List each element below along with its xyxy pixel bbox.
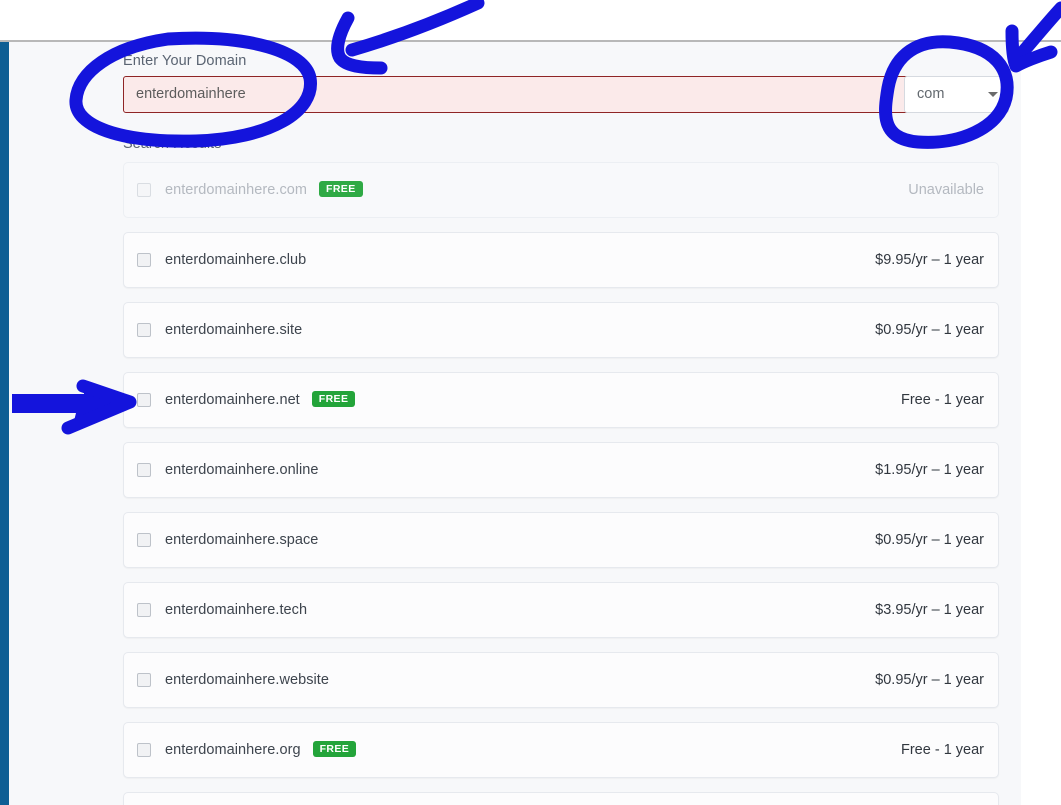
table-row[interactable]: enterdomainhere.tech $3.95/yr – 1 year — [123, 582, 999, 638]
table-row[interactable]: enterdomainhere.online $1.95/yr – 1 year — [123, 442, 999, 498]
left-accent-rail — [0, 42, 9, 805]
search-results-label: Search Results — [123, 136, 222, 152]
row-price: Free - 1 year — [901, 392, 984, 408]
domain-name: enterdomainhere.site — [165, 322, 303, 338]
table-row[interactable]: enterdomainhere.space $0.95/yr – 1 year — [123, 512, 999, 568]
row-checkbox[interactable] — [137, 673, 151, 687]
row-checkbox[interactable] — [137, 253, 151, 267]
row-checkbox[interactable] — [137, 323, 151, 337]
search-results-list: enterdomainhere.com FREE Unavailable ent… — [123, 162, 999, 805]
chevron-down-icon — [988, 91, 998, 97]
domain-search-row: com — [123, 75, 1009, 113]
domain-name: enterdomainhere.org — [165, 742, 301, 758]
domain-name: enterdomainhere.space — [165, 532, 319, 548]
row-price: $1.95/yr – 1 year — [875, 462, 984, 478]
row-checkbox[interactable] — [137, 183, 151, 197]
row-price: Unavailable — [908, 182, 984, 198]
table-row[interactable]: enterdomainhere.org FREE Free - 1 year — [123, 722, 999, 778]
table-row[interactable]: enterdomainhere.net FREE Free - 1 year — [123, 372, 999, 428]
domain-field-label: Enter Your Domain — [123, 53, 247, 69]
free-badge: FREE — [311, 390, 356, 408]
free-badge: FREE — [312, 740, 357, 758]
domain-name: enterdomainhere.online — [165, 462, 319, 478]
tld-select-value: com — [917, 86, 945, 102]
row-price: $0.95/yr – 1 year — [875, 322, 984, 338]
page-right-gutter — [1021, 42, 1061, 805]
table-row[interactable]: enterdomainhere.com FREE Unavailable — [123, 162, 999, 218]
table-row[interactable]: enterdomainhere.club $9.95/yr – 1 year — [123, 232, 999, 288]
row-price: $0.95/yr – 1 year — [875, 532, 984, 548]
domain-name: enterdomainhere.net — [165, 392, 300, 408]
table-row[interactable] — [123, 792, 999, 805]
domain-name: enterdomainhere.website — [165, 672, 329, 688]
domain-name: enterdomainhere.tech — [165, 602, 308, 618]
row-price: $9.95/yr – 1 year — [875, 252, 984, 268]
row-price: $0.95/yr – 1 year — [875, 672, 984, 688]
row-checkbox[interactable] — [137, 743, 151, 757]
row-checkbox[interactable] — [137, 603, 151, 617]
domain-name: enterdomainhere.club — [165, 252, 307, 268]
free-badge: FREE — [319, 180, 363, 198]
domain-search-input[interactable] — [123, 75, 999, 113]
domain-search-block: Enter Your Domain com — [123, 53, 1009, 113]
row-price: Free - 1 year — [901, 742, 984, 758]
window-chrome-top — [0, 0, 1061, 41]
table-row[interactable]: enterdomainhere.website $0.95/yr – 1 yea… — [123, 652, 999, 708]
row-price: $3.95/yr – 1 year — [875, 602, 984, 618]
row-checkbox[interactable] — [137, 533, 151, 547]
tld-select[interactable]: com — [904, 75, 1009, 113]
domain-name: enterdomainhere.com — [165, 182, 307, 198]
row-checkbox[interactable] — [137, 463, 151, 477]
page-canvas: Enter Your Domain com Search Results ent… — [9, 42, 1021, 805]
app-root: Enter Your Domain com Search Results ent… — [0, 0, 1061, 805]
table-row[interactable]: enterdomainhere.site $0.95/yr – 1 year — [123, 302, 999, 358]
row-checkbox[interactable] — [137, 393, 151, 407]
